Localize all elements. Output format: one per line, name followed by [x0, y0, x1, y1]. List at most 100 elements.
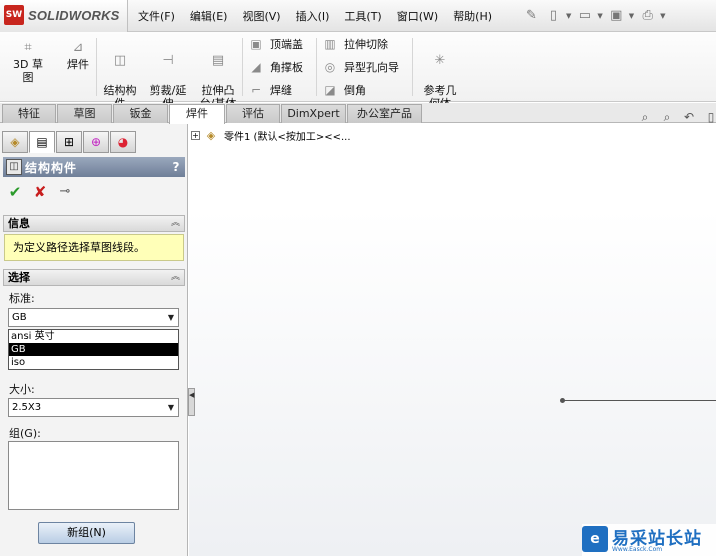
quick-access-toolbar: ✎ ▯ ▼ ▭ ▼ ▣ ▼ ⎙ ▼: [522, 5, 670, 25]
collapse-icon[interactable]: ︽: [171, 270, 180, 285]
watermark-url: Www.Easck.Com: [612, 546, 663, 553]
chevron-down-icon[interactable]: ▼: [168, 309, 174, 326]
end-cap-button[interactable]: ▣ 顶端盖: [248, 36, 303, 52]
property-manager-title: 结构构件: [25, 160, 78, 175]
graphics-area[interactable]: [189, 123, 716, 556]
trim-extend-icon: ⊣: [162, 53, 174, 68]
tab-sketch[interactable]: 草图: [57, 104, 112, 123]
chevron-down-icon[interactable]: ▼: [660, 12, 665, 25]
property-icon: ▤: [36, 135, 48, 149]
info-group-title: 信息: [8, 217, 30, 230]
chamfer-button[interactable]: ◪ 倒角: [322, 82, 366, 98]
chevron-down-icon[interactable]: ▼: [629, 12, 634, 25]
command-tabs: 特征 草图 钣金 焊件 评估 DimXpert 办公室产品: [0, 103, 716, 124]
sketch-3d-icon: ⌗: [24, 40, 32, 55]
open-folder-icon[interactable]: ▭: [575, 5, 594, 25]
standard-select[interactable]: GB ▼: [8, 308, 179, 327]
menu-help[interactable]: 帮助(H): [453, 8, 492, 24]
panel-splitter-handle[interactable]: ◀: [188, 388, 195, 416]
gusset-label: 角撑板: [270, 61, 303, 74]
reference-geometry-button[interactable]: ✳ 参考几 何体: [418, 40, 462, 110]
chevron-down-icon[interactable]: ▼: [597, 12, 602, 25]
manager-tabs: ◈ ▤ ⊞ ⊕ ◕: [2, 131, 137, 153]
part-tree-label[interactable]: 零件1 (默认<按加工><<...: [224, 128, 351, 143]
menu-file[interactable]: 文件(F): [138, 8, 175, 24]
extrude-boss-icon: ▤: [211, 53, 225, 68]
chevron-down-icon[interactable]: ▼: [168, 399, 174, 416]
gusset-button[interactable]: ◢ 角撑板: [248, 59, 303, 75]
sketch-3d-button[interactable]: ⌗ 3D 草图: [12, 40, 44, 84]
structural-member-icon: ◫: [6, 159, 22, 175]
option-ansi-inch[interactable]: ansi 英寸: [9, 330, 178, 343]
hole-wizard-button[interactable]: ◎ 异型孔向导: [322, 59, 399, 75]
extrude-boss-button[interactable]: ▤ 拉伸凸 台/基体: [196, 40, 240, 110]
display-manager-tab[interactable]: ◕: [110, 131, 136, 153]
section-view-icon[interactable]: ▯: [702, 108, 716, 126]
cancel-x-icon[interactable]: ✘: [31, 183, 49, 201]
chevron-down-icon[interactable]: ▼: [566, 12, 571, 25]
help-button[interactable]: ?: [167, 160, 185, 174]
property-manager-tab[interactable]: ▤: [29, 131, 55, 153]
extrude-cut-button[interactable]: ▥ 拉伸切除: [322, 36, 388, 52]
menu-view[interactable]: 视图(V): [242, 8, 280, 24]
trim-extend-button[interactable]: ⊣ 剪裁/延 伸: [147, 40, 189, 110]
sketch-line[interactable]: [562, 400, 716, 401]
group-label: 组(G):: [9, 427, 41, 440]
info-group-header[interactable]: 信息 ︽: [3, 215, 185, 232]
chamfer-icon: ◪: [324, 83, 336, 97]
divider: [96, 38, 97, 96]
app-logo[interactable]: SW SOLIDWORKS: [0, 0, 128, 32]
title-bar: SW SOLIDWORKS 文件(F) 编辑(E) 视图(V) 插入(I) 工具…: [0, 0, 716, 32]
watermark: e 易采站长站 Www.Easck.Com: [582, 524, 716, 556]
option-iso[interactable]: iso: [9, 356, 178, 369]
tab-office-products[interactable]: 办公室产品: [347, 104, 422, 123]
weldment-button[interactable]: ⊿ 焊件: [62, 40, 94, 71]
feature-tree-icon: ◈: [10, 135, 20, 149]
tab-dimxpert[interactable]: DimXpert: [281, 104, 346, 123]
new-group-button[interactable]: 新组(N): [38, 522, 135, 544]
weldment-label: 焊件: [67, 58, 89, 71]
menu-edit[interactable]: 编辑(E): [190, 8, 228, 24]
configuration-manager-tab[interactable]: ⊞: [56, 131, 82, 153]
option-gb[interactable]: GB: [9, 343, 178, 356]
part-icon: ◈: [206, 128, 216, 142]
zoom-to-area-icon[interactable]: ⌕: [658, 108, 676, 126]
menu-window[interactable]: 窗口(W): [397, 8, 438, 24]
tab-features[interactable]: 特征: [2, 104, 56, 123]
print-icon[interactable]: ⎙: [638, 5, 657, 25]
dimxpert-manager-tab[interactable]: ⊕: [83, 131, 109, 153]
end-cap-label: 顶端盖: [270, 38, 303, 51]
solidworks-logo-icon: SW: [4, 5, 24, 25]
new-document-icon[interactable]: ▯: [544, 5, 563, 25]
action-buttons: ✔ ✘ ⊸: [6, 183, 81, 201]
structural-member-button[interactable]: ◫ 结构构 件: [100, 40, 140, 110]
pushpin-icon[interactable]: ⊸: [56, 183, 74, 201]
app-logo-text: SOLIDWORKS: [28, 8, 120, 23]
standard-label: 标准:: [9, 292, 35, 305]
selection-group-header[interactable]: 选择 ︽: [3, 269, 185, 286]
group-list[interactable]: [8, 441, 179, 510]
menu-insert[interactable]: 插入(I): [296, 8, 330, 24]
reference-geometry-icon: ✳: [434, 53, 446, 68]
ok-check-icon[interactable]: ✔: [6, 183, 24, 201]
tab-sheet-metal[interactable]: 钣金: [113, 104, 168, 123]
zoom-to-fit-icon[interactable]: ⌕: [636, 108, 654, 126]
feature-tree-flyout: + ◈ 零件1 (默认<按加工><<...: [191, 128, 351, 143]
tab-weldments[interactable]: 焊件: [169, 104, 225, 124]
hole-wizard-label: 异型孔向导: [344, 61, 399, 74]
gusset-icon: ◢: [251, 60, 261, 74]
expand-icon[interactable]: +: [191, 131, 200, 140]
tab-evaluate[interactable]: 评估: [226, 104, 280, 123]
divider: [316, 38, 317, 96]
weld-bead-button[interactable]: ⌐ 焊缝: [248, 82, 292, 98]
menu-tools[interactable]: 工具(T): [344, 8, 381, 24]
previous-view-icon[interactable]: ↶: [680, 108, 698, 126]
structural-member-icon: ◫: [113, 53, 127, 68]
divider: [412, 38, 413, 96]
pin-icon[interactable]: ✎: [522, 5, 541, 25]
feature-manager-tab[interactable]: ◈: [2, 131, 28, 153]
weldment-icon: ⊿: [72, 40, 84, 55]
save-icon[interactable]: ▣: [607, 5, 626, 25]
size-select[interactable]: 2.5X3 ▼: [8, 398, 179, 417]
collapse-icon[interactable]: ︽: [171, 216, 180, 231]
